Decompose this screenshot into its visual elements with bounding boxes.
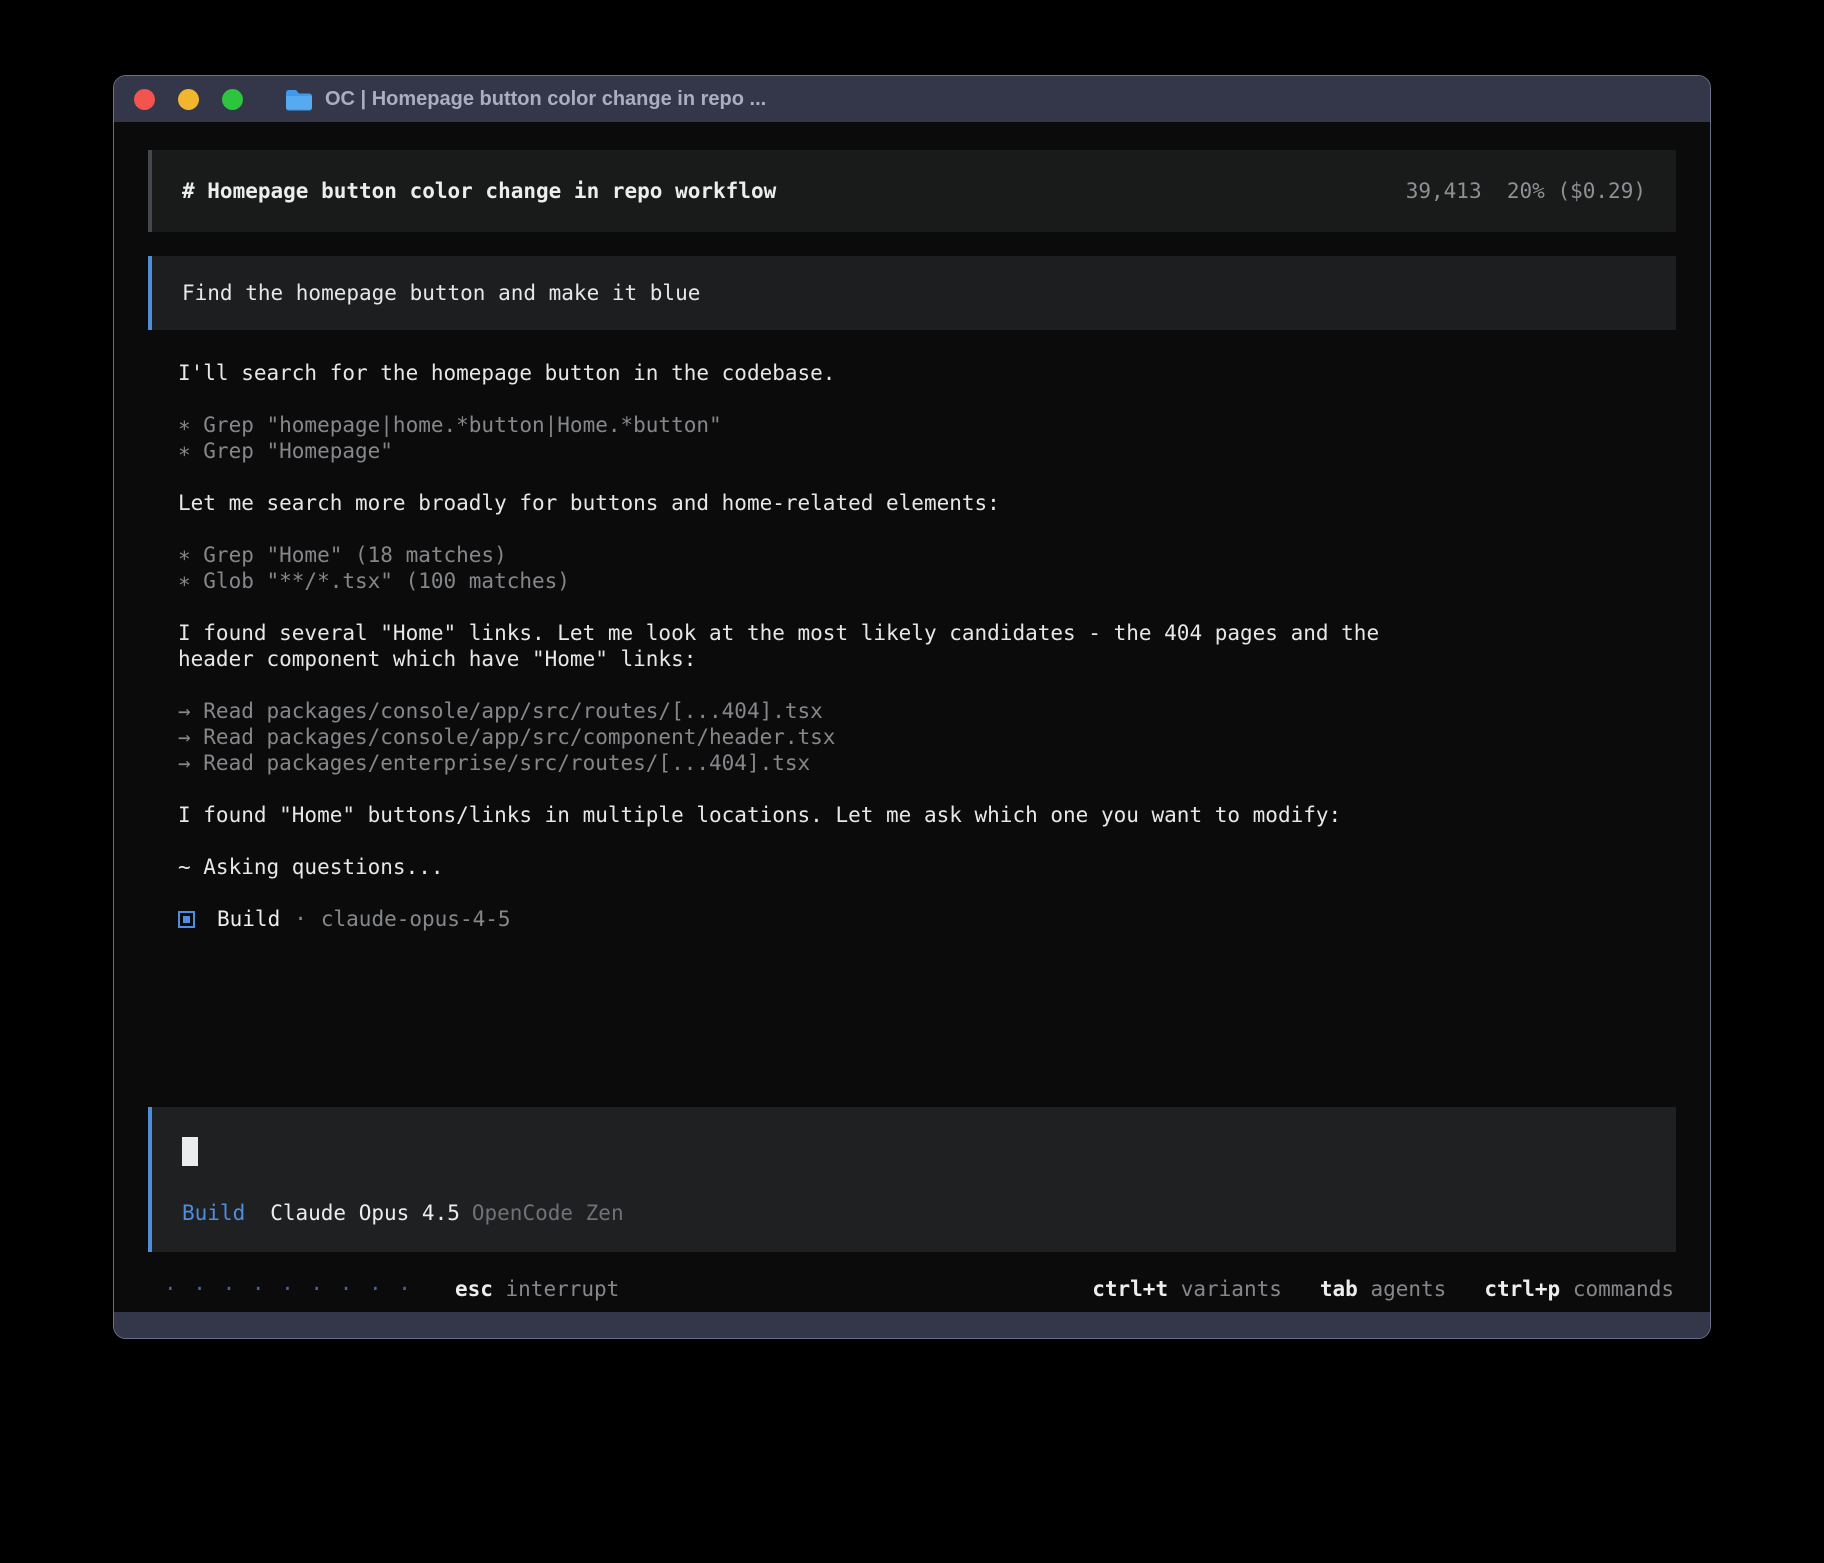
session-stats: 39,413 20% ($0.29) [1406,178,1646,204]
hint-label: variants [1168,1277,1282,1301]
hint-commands: ctrl+p commands [1484,1276,1674,1302]
tool-call-grep: ∗ Grep "Home" (18 matches) [178,542,1676,568]
key-ctrl-p: ctrl+p [1484,1277,1560,1301]
context-percent: 20% [1507,179,1545,203]
provider-indicator: OpenCode Zen [472,1200,624,1226]
hint-label: interrupt [493,1277,619,1301]
user-message: Find the homepage button and make it blu… [148,256,1676,330]
model-indicator: Claude Opus 4.5 [270,1200,460,1226]
session-title: # Homepage button color change in repo w… [182,178,776,204]
spinner-dots-icon: · · · · · · · · · [164,1276,413,1302]
zoom-button[interactable] [222,89,243,110]
tool-call-read: → Read packages/enterprise/src/routes/[.… [178,750,1676,776]
window-titlebar[interactable]: OC | Homepage button color change in rep… [114,76,1710,122]
agent-status-row: Build · claude-opus-4-5 [178,906,1676,932]
agent-name: Build [217,906,280,932]
assistant-text: I found several "Home" links. Let me loo… [178,620,1676,646]
traffic-lights [134,89,243,110]
hint-interrupt: esc interrupt [455,1276,619,1302]
hint-label: commands [1560,1277,1674,1301]
window-title: OC | Homepage button color change in rep… [325,88,766,111]
tool-call-read: → Read packages/console/app/src/componen… [178,724,1676,750]
assistant-transcript: I'll search for the homepage button in t… [178,330,1676,932]
prompt-input[interactable]: Build Claude Opus 4.5 OpenCode Zen [148,1107,1676,1252]
key-ctrl-t: ctrl+t [1092,1277,1168,1301]
activity-indicator: ~ Asking questions... [178,854,1676,880]
assistant-text: I'll search for the homepage button in t… [178,360,1676,386]
app-window: OC | Homepage button color change in rep… [113,75,1711,1339]
tool-call-grep: ∗ Grep "Homepage" [178,438,1676,464]
session-cost: ($0.29) [1557,179,1646,203]
key-tab: tab [1320,1277,1358,1301]
tool-call-group: → Read packages/console/app/src/routes/[… [178,698,1676,776]
folder-icon [285,88,313,111]
tool-call-glob: ∗ Glob "**/*.tsx" (100 matches) [178,568,1676,594]
token-count: 39,413 [1406,179,1482,203]
tool-call-group: ∗ Grep "homepage|home.*button|Home.*butt… [178,412,1676,464]
terminal-content: # Homepage button color change in repo w… [114,122,1710,1312]
status-bar: · · · · · · · · · esc interrupt ctrl+t v… [148,1276,1676,1302]
minimize-button[interactable] [178,89,199,110]
assistant-text: I found "Home" buttons/links in multiple… [178,802,1676,828]
session-header: # Homepage button color change in repo w… [148,150,1676,232]
key-esc: esc [455,1277,493,1301]
text-cursor [182,1137,198,1166]
agent-separator: · [294,906,307,932]
build-agent-icon [178,911,195,928]
user-message-text: Find the homepage button and make it blu… [182,280,700,306]
hint-label: agents [1358,1277,1447,1301]
agent-model: claude-opus-4-5 [321,906,511,932]
hint-variants: ctrl+t variants [1092,1276,1282,1302]
tool-call-group: ∗ Grep "Home" (18 matches) ∗ Glob "**/*.… [178,542,1676,594]
hint-agents: tab agents [1320,1276,1446,1302]
window-bottom-chrome [114,1312,1710,1338]
tool-call-grep: ∗ Grep "homepage|home.*button|Home.*butt… [178,412,1676,438]
mode-indicator: Build [182,1200,245,1226]
assistant-paragraph: I found several "Home" links. Let me loo… [178,620,1676,672]
tool-call-read: → Read packages/console/app/src/routes/[… [178,698,1676,724]
assistant-text: Let me search more broadly for buttons a… [178,490,1676,516]
assistant-text: header component which have "Home" links… [178,646,1676,672]
close-button[interactable] [134,89,155,110]
input-footer: Build Claude Opus 4.5 OpenCode Zen [182,1200,1646,1226]
